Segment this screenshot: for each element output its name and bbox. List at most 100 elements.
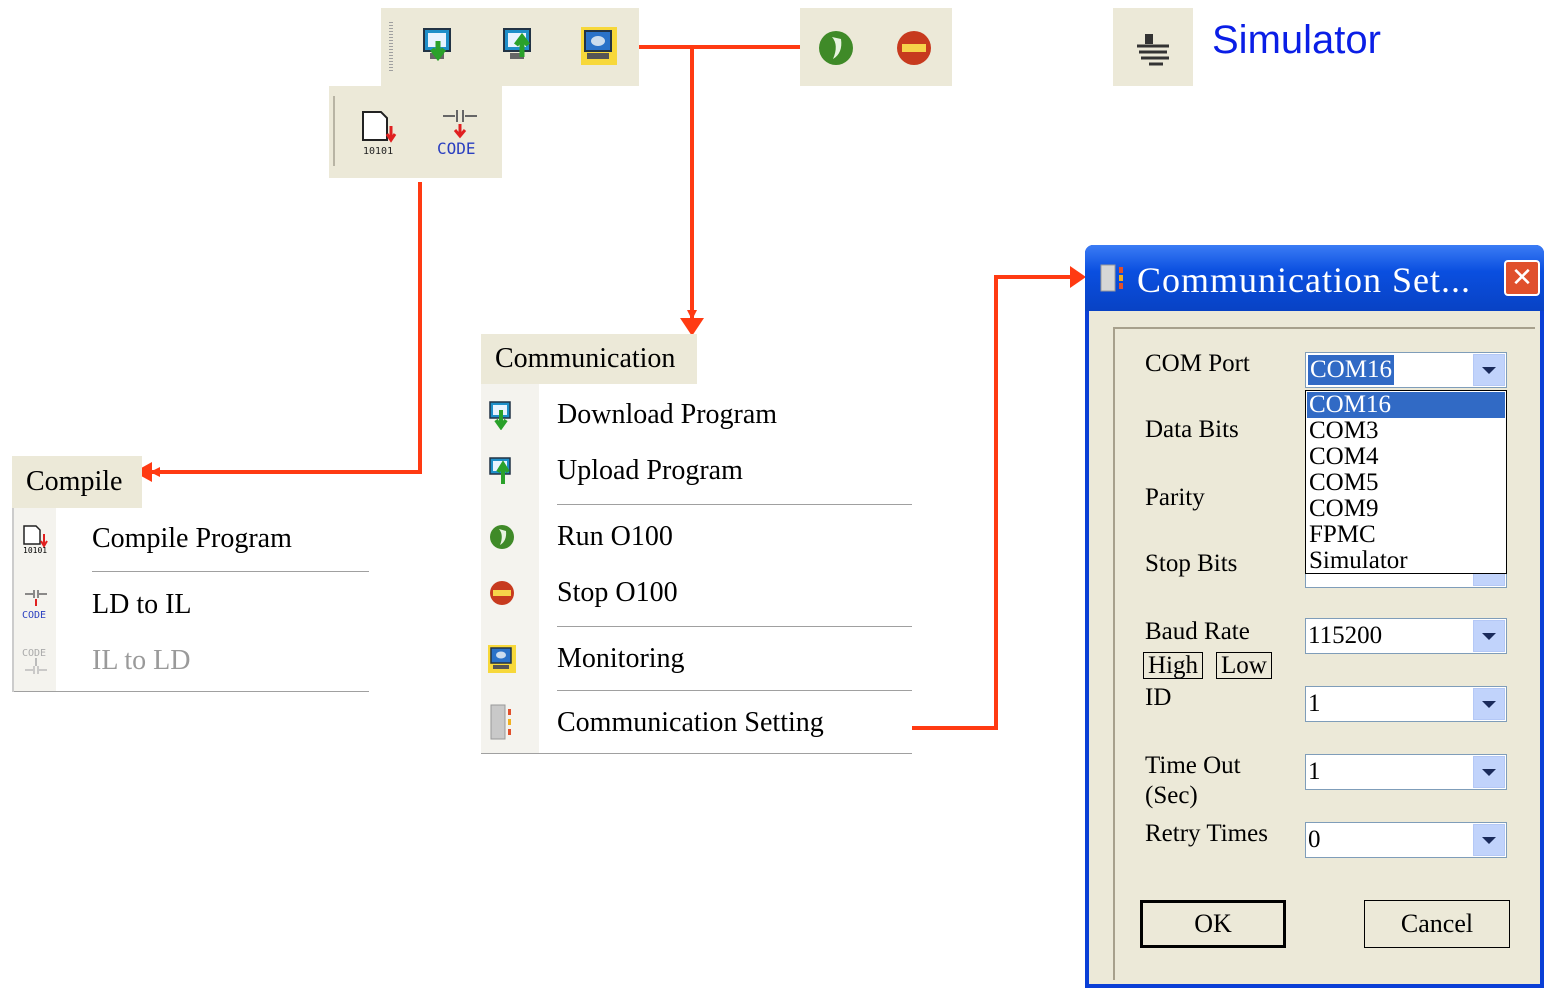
svg-text:CODE: CODE [22, 610, 46, 620]
time-out-unit-label: (Sec) [1145, 782, 1198, 809]
menu-item-label: Upload Program [557, 455, 743, 486]
stop-icon [897, 31, 931, 65]
id-value: 1 [1308, 690, 1321, 717]
baud-rate-value: 115200 [1308, 622, 1383, 649]
dropdown-option[interactable]: COM9 [1309, 496, 1378, 522]
toolbar-grip[interactable] [389, 22, 393, 72]
stop-button[interactable] [894, 28, 934, 68]
com-port-label: COM Port [1145, 350, 1250, 377]
menu-item-label: Monitoring [557, 643, 685, 674]
cancel-button[interactable]: Cancel [1364, 900, 1510, 948]
ld-to-il-icon: CODE [14, 578, 58, 632]
communication-toolbar [381, 8, 639, 86]
com-port-dropdown-list: COM16 COM3 COM4 COM5 COM9 FPMC Simulator [1305, 390, 1507, 574]
menu-separator [92, 571, 369, 572]
dropdown-option[interactable]: COM5 [1309, 470, 1378, 496]
communication-menu-title-text: Communication [495, 343, 676, 374]
chevron-down-icon[interactable] [1473, 688, 1505, 720]
close-button[interactable]: ✕ [1504, 260, 1540, 296]
ok-button[interactable]: OK [1140, 900, 1286, 948]
upload-icon [481, 444, 523, 498]
time-out-label: Time Out [1145, 752, 1241, 779]
close-icon: ✕ [1511, 263, 1533, 293]
communication-menu: Download Program Upload Program Run O100… [481, 384, 912, 754]
download-program-button[interactable] [419, 26, 459, 66]
compile-program-icon: 10101 [14, 512, 58, 566]
run-icon [819, 31, 853, 65]
menu-item-label: Communication Setting [557, 707, 824, 738]
baud-high-button[interactable]: High [1143, 652, 1203, 679]
retry-times-value: 0 [1308, 826, 1321, 853]
upload-icon [503, 28, 531, 59]
menu-bottom-border [481, 753, 912, 754]
simulator-label: Simulator [1212, 18, 1381, 62]
stop-bits-label: Stop Bits [1145, 550, 1238, 577]
monitor-icon [581, 27, 617, 65]
download-icon [481, 388, 523, 442]
simulator-toolbar [1113, 8, 1193, 86]
parity-label: Parity [1145, 484, 1205, 511]
ld-to-il-button[interactable]: CODE [433, 110, 487, 156]
compile-toolbar: 10101 CODE [329, 86, 502, 178]
compile-bits-text: 10101 [363, 146, 393, 156]
data-bits-label: Data Bits [1145, 416, 1239, 443]
compile-menu-title[interactable]: Compile [12, 456, 142, 508]
compile-menu: 10101 Compile Program CODE LD to IL CODE… [12, 508, 369, 692]
simulator-button[interactable] [1133, 28, 1173, 68]
menu-item-stop[interactable]: Stop O100 [481, 566, 912, 620]
com-port-select[interactable]: COM16 [1305, 352, 1507, 388]
dropdown-option[interactable]: FPMC [1309, 522, 1376, 548]
menu-separator [557, 504, 912, 505]
menu-item-upload-program[interactable]: Upload Program [481, 444, 912, 498]
monitor-icon [481, 632, 523, 686]
il-to-ld-icon: CODE [14, 634, 58, 688]
communication-setting-icon [481, 696, 523, 750]
menu-item-monitoring[interactable]: Monitoring [481, 632, 912, 686]
menu-item-ld-to-il[interactable]: CODE LD to IL [14, 578, 369, 632]
menu-separator [557, 690, 912, 691]
menu-item-run[interactable]: Run O100 [481, 510, 912, 564]
id-label: ID [1145, 684, 1172, 711]
menu-item-label: Download Program [557, 399, 778, 430]
baud-rate-select[interactable]: 115200 [1305, 618, 1507, 654]
menu-item-compile-program[interactable]: 10101 Compile Program [14, 512, 369, 566]
menu-separator [557, 626, 912, 627]
dropdown-option[interactable]: COM16 [1307, 392, 1505, 418]
communication-menu-title[interactable]: Communication [481, 334, 697, 384]
download-icon [423, 28, 451, 62]
code-text: CODE [437, 139, 476, 156]
chevron-down-icon[interactable] [1473, 620, 1505, 652]
time-out-value: 1 [1308, 758, 1321, 785]
baud-rate-label: Baud Rate [1145, 618, 1250, 645]
dropdown-option[interactable]: COM4 [1309, 444, 1378, 470]
dialog-app-icon [1100, 264, 1123, 292]
menu-item-label: Stop O100 [557, 577, 678, 608]
simulator-icon [1137, 34, 1169, 66]
stop-icon [481, 566, 523, 620]
chevron-down-icon[interactable] [1473, 756, 1505, 788]
svg-text:10101: 10101 [23, 546, 47, 554]
retry-times-select[interactable]: 0 [1305, 822, 1507, 858]
dialog-title-bar[interactable]: Communication Set... ✕ [1085, 245, 1544, 311]
retry-times-label: Retry Times [1145, 820, 1268, 847]
dropdown-option[interactable]: Simulator [1309, 548, 1408, 574]
compile-program-button[interactable]: 10101 [359, 110, 405, 156]
time-out-select[interactable]: 1 [1305, 754, 1507, 790]
chevron-down-icon[interactable] [1473, 824, 1505, 856]
menu-item-download-program[interactable]: Download Program [481, 388, 912, 442]
menu-item-label: IL to LD [92, 645, 191, 676]
id-select[interactable]: 1 [1305, 686, 1507, 722]
toolbar-separator [333, 96, 335, 166]
run-button[interactable] [816, 28, 856, 68]
baud-low-button[interactable]: Low [1216, 652, 1272, 679]
menu-item-label: Compile Program [92, 523, 292, 554]
run-icon [481, 510, 523, 564]
upload-program-button[interactable] [499, 26, 539, 66]
ld-to-il-icon: CODE [437, 110, 477, 156]
monitoring-button[interactable] [579, 26, 619, 66]
menu-item-communication-setting[interactable]: Communication Setting [481, 696, 912, 750]
dropdown-option[interactable]: COM3 [1309, 418, 1378, 444]
run-stop-toolbar [800, 8, 952, 86]
chevron-down-icon[interactable] [1473, 354, 1505, 386]
dialog-title: Communication Set... [1137, 260, 1471, 300]
